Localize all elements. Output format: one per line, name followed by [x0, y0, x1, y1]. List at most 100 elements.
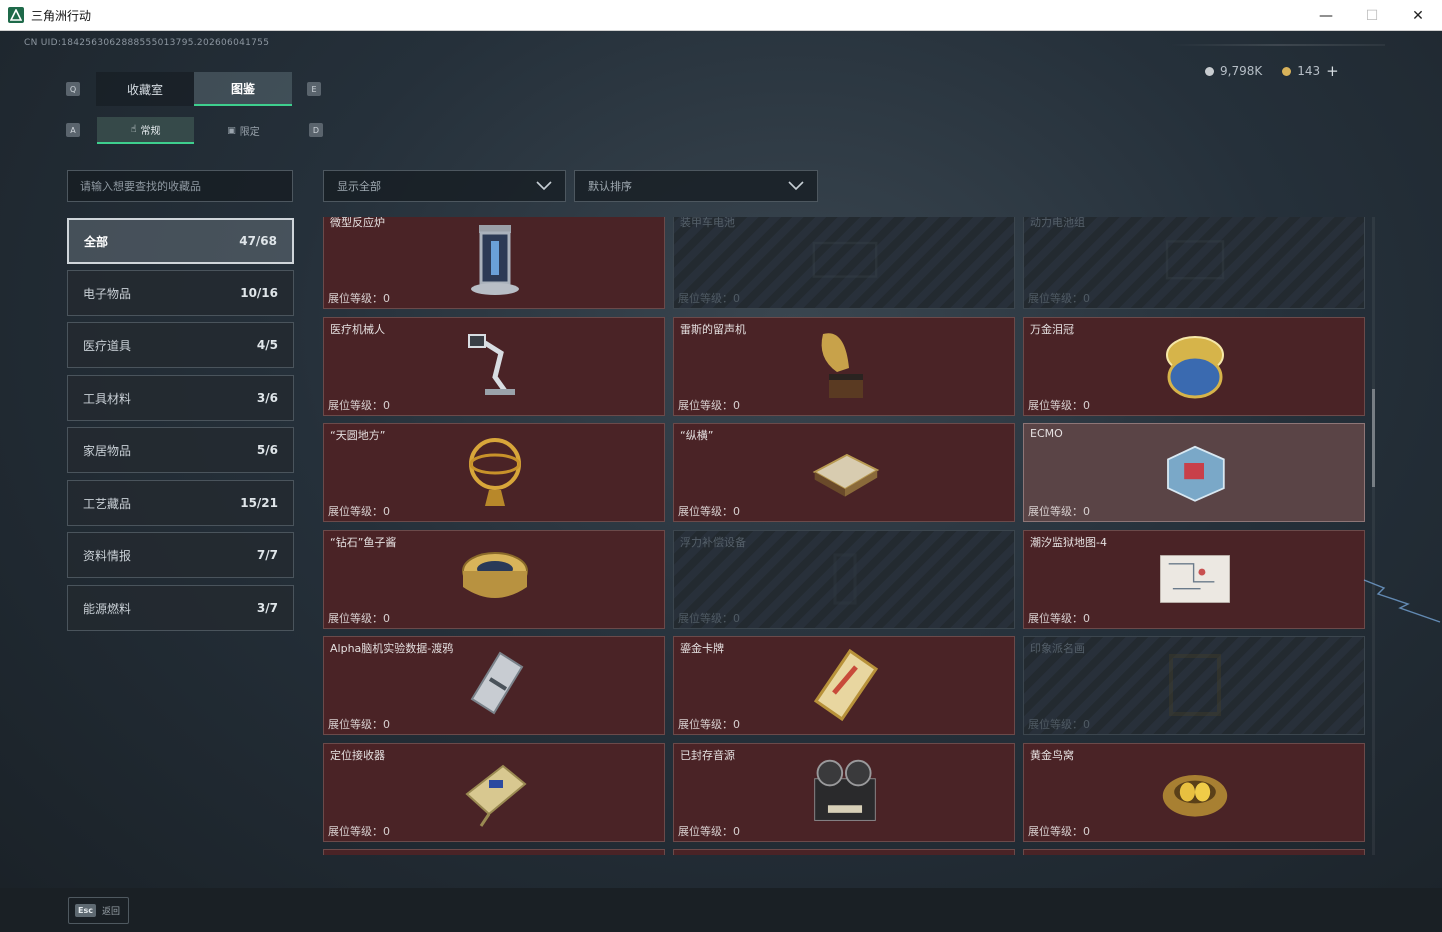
silver-coin-value: 9,798K: [1220, 64, 1263, 78]
buoyancy-device-icon: [809, 539, 881, 619]
gramophone-icon: [809, 326, 881, 406]
collectible-level: 展位等级：0: [678, 292, 740, 305]
collectible-card[interactable]: 万金泪冠 展位等级：0: [1023, 316, 1365, 416]
collectible-level: 展位等级：0: [1028, 292, 1090, 305]
collectible-card[interactable]: 鎏金卡牌 展位等级：0: [673, 636, 1015, 735]
collectible-level: 展位等级：0: [328, 505, 390, 518]
collectible-card[interactable]: “纵横” 展位等级：0: [673, 423, 1015, 522]
category-electronics[interactable]: 电子物品 10/16: [67, 270, 294, 316]
app-logo-icon: [8, 7, 24, 23]
collectible-card-partial[interactable]: [323, 849, 665, 855]
close-icon: ✕: [1412, 7, 1424, 24]
category-medical[interactable]: 医疗道具 4/5: [67, 322, 294, 368]
collectible-card[interactable]: Alpha脑机实验数据-渡鸦 展位等级：0: [323, 636, 665, 735]
gold-coin-icon: [1282, 66, 1292, 76]
scrollbar-thumb[interactable]: [1372, 389, 1375, 487]
subtab-limited[interactable]: ▣ 限定: [195, 117, 292, 144]
collectible-level: 展位等级：0: [678, 611, 740, 625]
category-crafts[interactable]: 工艺藏品 15/21: [67, 480, 294, 526]
collectible-card[interactable]: 黄金鸟窝 展位等级：0: [1023, 742, 1365, 842]
collectible-level: 展位等级：0: [1028, 505, 1090, 518]
category-label: 电子物品: [83, 286, 132, 301]
medical-robot-icon: [459, 326, 531, 406]
collectible-card[interactable]: 动力电池组展位等级：0: [1023, 217, 1365, 309]
collectible-card[interactable]: 装甲车电池 展位等级：0: [673, 217, 1015, 309]
item-grid: 微型反应炉 展位等级：0 装甲车电池 展位等级：0 动力电池组 展位等级：0 医疗机械人 展位…: [323, 217, 1365, 855]
collectible-name: 万金泪冠: [1030, 322, 1074, 336]
collectible-level: 展位等级：0: [328, 718, 390, 731]
back-button[interactable]: Esc 返回: [68, 897, 129, 924]
lightning-decoration: [1363, 579, 1441, 623]
collectible-card[interactable]: 潮汐监狱地图-4 展位等级：0: [1023, 529, 1365, 629]
back-label: 返回: [101, 907, 120, 917]
subtab-normal[interactable]: ☝ 常规: [97, 117, 194, 144]
category-intel[interactable]: 资料情报 7/7: [67, 532, 294, 578]
collectible-name: 医疗机械人: [330, 322, 385, 336]
golden-nest-icon: [1159, 752, 1231, 832]
tab-collection-room[interactable]: 收藏室: [96, 72, 194, 106]
category-count: 3/7: [256, 601, 278, 615]
chess-board-icon: [809, 432, 881, 512]
subtab-normal-label: 常规: [140, 126, 161, 137]
collectible-card[interactable]: “天圆地方” 展位等级：0: [323, 423, 665, 522]
receiver-icon: [459, 752, 531, 832]
add-currency-button[interactable]: +: [1326, 62, 1339, 80]
collectible-card[interactable]: 已封存音源 展位等级：0: [673, 742, 1015, 842]
collectible-card[interactable]: 雷斯的留声机 展位等级：0: [673, 316, 1015, 416]
filter-value: 显示全部: [337, 180, 381, 193]
chevron-down-icon: [536, 181, 552, 191]
category-tools[interactable]: 工具材料 3/6: [67, 375, 294, 421]
category-label: 能源燃料: [83, 601, 132, 616]
gold-coin-value: 143: [1297, 64, 1321, 78]
category-count: 4/5: [256, 338, 278, 352]
battery-icon: [809, 219, 881, 299]
collectible-card[interactable]: ECMO 展位等级：0: [1023, 423, 1365, 522]
hand-icon: ☝: [130, 124, 137, 135]
collectible-name: 微型反应炉: [330, 217, 385, 229]
collectible-name: 浮力补偿设备: [680, 535, 746, 549]
category-all[interactable]: 全部 47/68: [67, 218, 294, 264]
filter-dropdown[interactable]: 显示全部: [323, 170, 566, 202]
key-hint-e: E: [307, 82, 321, 96]
category-label: 工具材料: [83, 391, 132, 406]
key-hint-a: A: [66, 123, 80, 137]
jeweled-egg-icon: [1159, 326, 1231, 406]
maximize-button[interactable]: ☐: [1349, 0, 1395, 31]
collectible-card[interactable]: 定位接收器 展位等级：0: [323, 742, 665, 842]
collectible-level: 展位等级：0: [678, 398, 740, 412]
gold-card-icon: [809, 645, 881, 725]
collectible-card-partial[interactable]: [673, 849, 1015, 855]
caviar-tin-icon: [459, 539, 531, 619]
collectible-level: 展位等级：0: [1028, 718, 1090, 731]
collectible-card-partial[interactable]: [1023, 849, 1365, 855]
close-button[interactable]: ✕: [1395, 0, 1441, 31]
collectible-card[interactable]: 医疗机械人 展位等级：0: [323, 316, 665, 416]
grid-scrollbar[interactable]: [1372, 217, 1375, 855]
collectible-level: 展位等级：0: [678, 824, 740, 838]
ecmo-machine-icon: [1159, 432, 1231, 512]
collectible-card[interactable]: “钻石”鱼子酱 展位等级：0: [323, 529, 665, 629]
collectible-level: 展位等级：0: [678, 505, 740, 518]
collectible-level: 展位等级：0: [1028, 611, 1090, 625]
collectible-card[interactable]: 印象派名画 展位等级：0: [1023, 636, 1365, 735]
map-icon: [1159, 539, 1231, 619]
sort-dropdown[interactable]: 默认排序: [574, 170, 818, 202]
tab-codex[interactable]: 图鉴: [194, 72, 292, 106]
search-input[interactable]: 请输入想要查找的收藏品: [67, 170, 293, 202]
header-divider: [1170, 44, 1385, 46]
collectible-name: “纵横”: [680, 429, 714, 442]
collectible-name: 动力电池组: [1030, 217, 1085, 229]
collectible-card[interactable]: 浮力补偿设备 展位等级：0: [673, 529, 1015, 629]
collectible-card[interactable]: 微型反应炉 展位等级：0: [323, 217, 665, 309]
key-hint-q: Q: [66, 82, 80, 96]
collectible-name: “天圆地方”: [330, 429, 386, 442]
category-household[interactable]: 家居物品 5/6: [67, 427, 294, 473]
minimize-button[interactable]: —: [1303, 0, 1349, 31]
footer-bar: [0, 888, 1442, 932]
category-energy[interactable]: 能源燃料 3/7: [67, 585, 294, 631]
armillary-sphere-icon: [459, 432, 531, 512]
category-label: 工艺藏品: [83, 496, 132, 511]
collectible-name: “钻石”鱼子酱: [330, 535, 397, 549]
key-hint-d: D: [309, 123, 323, 137]
collectible-name: 黄金鸟窝: [1030, 748, 1074, 762]
